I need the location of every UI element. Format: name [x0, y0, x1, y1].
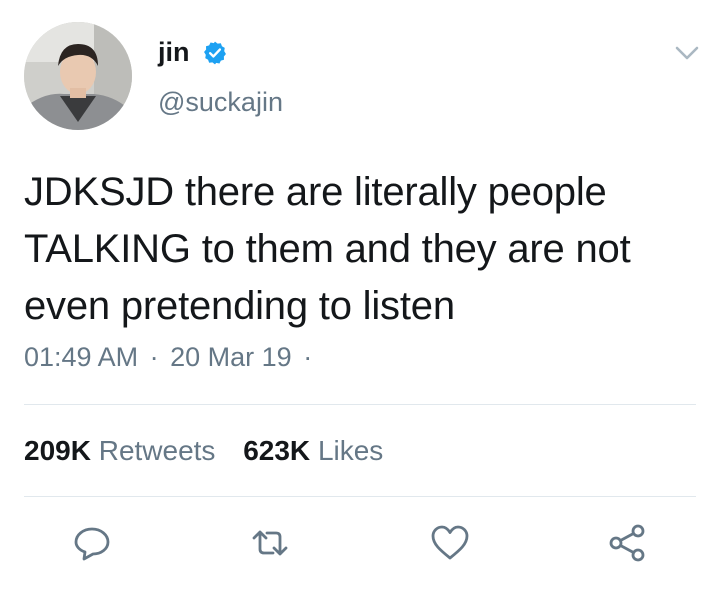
- divider: [24, 404, 696, 405]
- tweet-date: 20 Mar 19: [170, 342, 292, 372]
- meta-separator: ·: [149, 342, 159, 372]
- retweets-stat[interactable]: 209K Retweets: [24, 435, 215, 466]
- tweet-timestamp[interactable]: 01:49 AM · 20 Mar 19 ·: [24, 340, 316, 374]
- likes-count: 623K: [243, 435, 311, 466]
- reply-button[interactable]: [70, 521, 114, 565]
- engagement-stats: 209K Retweets 623K Likes: [24, 434, 403, 468]
- display-name[interactable]: jin: [158, 36, 190, 68]
- verified-badge-icon: [204, 41, 226, 65]
- reply-icon: [74, 527, 110, 561]
- like-button[interactable]: [428, 521, 472, 565]
- avatar[interactable]: [24, 22, 132, 130]
- likes-stat[interactable]: 623K Likes: [243, 435, 383, 466]
- meta-separator: ·: [303, 342, 313, 372]
- retweets-count: 209K: [24, 435, 91, 466]
- share-icon: [609, 524, 645, 562]
- tweet-time: 01:49 AM: [24, 342, 139, 372]
- tweet-text: JDKSJD there are literally people TALKIN…: [24, 170, 631, 328]
- retweet-icon: [252, 530, 288, 556]
- likes-label: Likes: [317, 435, 384, 466]
- retweet-button[interactable]: [248, 521, 292, 565]
- heart-icon: [431, 525, 469, 560]
- chevron-down-icon[interactable]: [672, 42, 702, 64]
- tweet-card: jin @suckajin JDKSJD there are literally…: [0, 0, 720, 595]
- user-handle[interactable]: @suckajin: [158, 86, 283, 118]
- divider: [24, 496, 696, 497]
- share-button[interactable]: [606, 521, 650, 565]
- retweets-label: Retweets: [98, 435, 216, 466]
